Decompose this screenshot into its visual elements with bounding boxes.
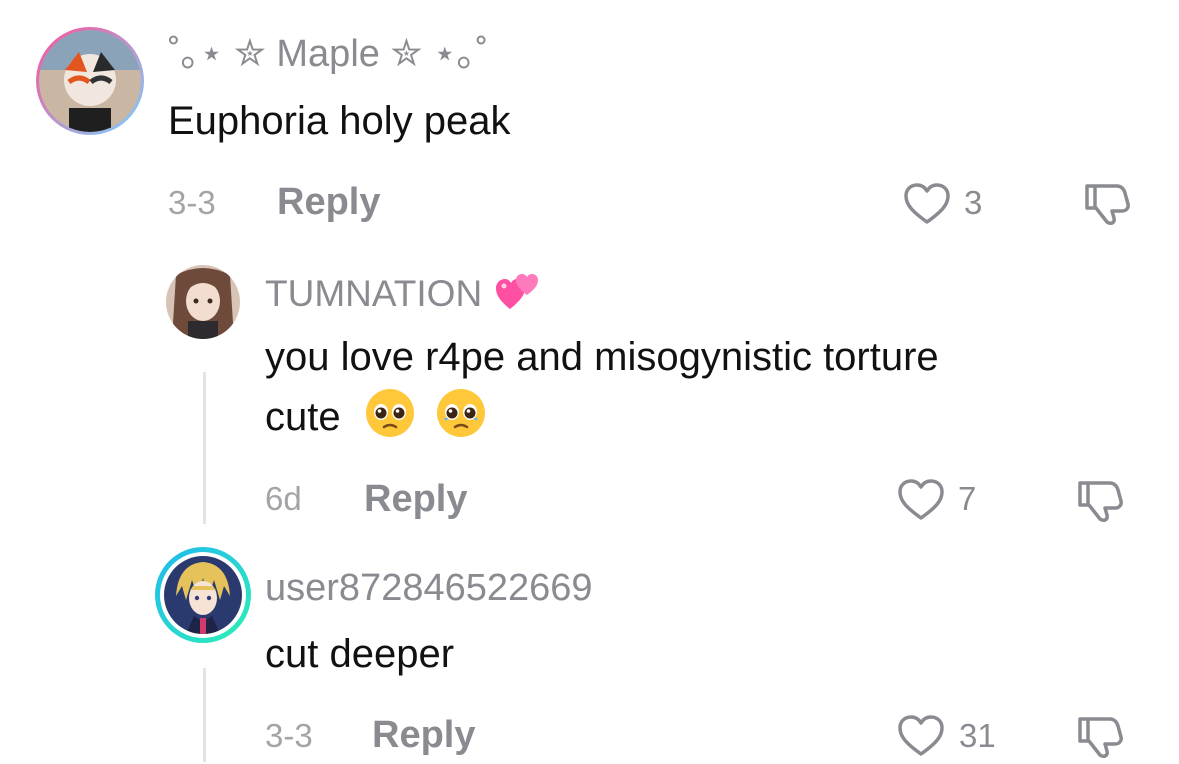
like-heart-icon[interactable]: [897, 478, 945, 527]
comment-text-word: cute: [265, 395, 341, 440]
comment-username[interactable]: TUMNATION: [265, 273, 540, 319]
like-count: 3: [964, 184, 983, 221]
username-text: TUMNATION: [265, 272, 483, 314]
comment-date: 6d: [265, 480, 302, 517]
reply-button[interactable]: Reply: [364, 480, 467, 518]
like-count: 7: [958, 480, 977, 517]
like-heart-icon[interactable]: [903, 182, 951, 231]
avatar[interactable]: [36, 27, 144, 135]
two-hearts-icon: [494, 273, 540, 319]
comment-date: 3-3: [168, 184, 216, 221]
avatar[interactable]: [166, 265, 240, 339]
comment-text-line: cute: [265, 387, 939, 452]
comment-text-line: you love r4pe and misogynistic torture: [265, 335, 939, 379]
dislike-icon[interactable]: [1083, 180, 1133, 231]
reply-button[interactable]: Reply: [372, 716, 475, 754]
comment-username[interactable]: ˚｡⋆ ✮ Maple ✮ ⋆｡˚: [168, 35, 488, 73]
like-count: 31: [959, 717, 996, 754]
avatar: [160, 552, 246, 638]
thread-line: [203, 668, 206, 762]
like-heart-icon[interactable]: [897, 714, 945, 763]
reply-button[interactable]: Reply: [277, 183, 380, 221]
avatar-with-story-ring[interactable]: [155, 547, 251, 643]
dislike-icon[interactable]: [1076, 713, 1126, 764]
thread-line: [203, 372, 206, 524]
comment-text: Euphoria holy peak: [168, 99, 511, 143]
dislike-icon[interactable]: [1076, 477, 1126, 528]
comment-username[interactable]: user872846522669: [265, 569, 593, 607]
pleading-face-icon: [435, 387, 487, 452]
comment-text: you love r4pe and misogynistic torture c…: [265, 331, 939, 452]
comment-text: cut deeper: [265, 632, 455, 676]
pleading-face-icon: [364, 387, 416, 452]
comment-date: 3-3: [265, 717, 313, 754]
